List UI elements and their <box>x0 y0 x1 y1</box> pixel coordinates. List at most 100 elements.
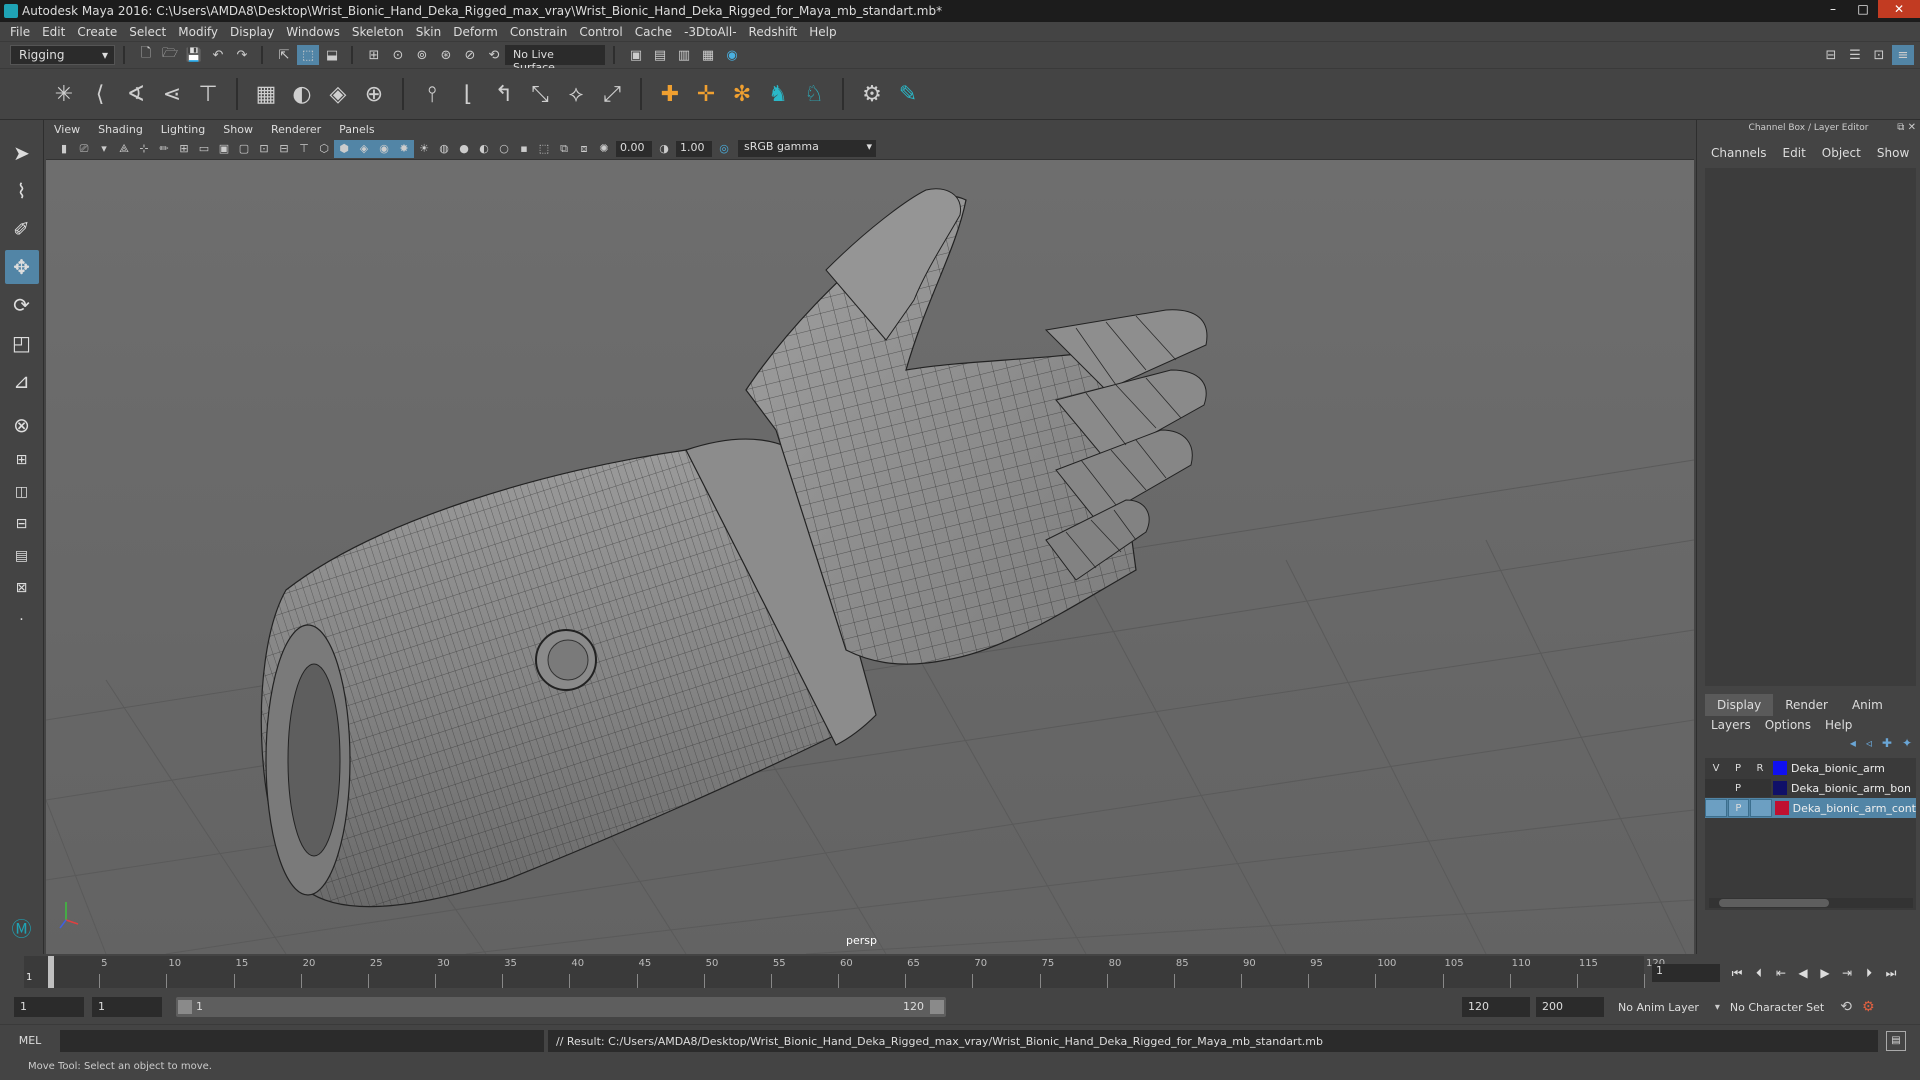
camera-attributes-icon[interactable]: ⎚ <box>74 140 94 158</box>
step-back-frame-icon[interactable]: ⏴ <box>1748 964 1770 982</box>
last-tool-icon[interactable]: ⊿ <box>5 364 39 398</box>
current-frame-field[interactable]: 1 <box>1652 964 1720 982</box>
menu-3dtoall[interactable]: -3DtoAll- <box>684 25 736 39</box>
ik-handle-icon[interactable]: ⟨ <box>82 76 118 112</box>
snap-curve-icon[interactable]: ⊙ <box>387 45 409 65</box>
copy-weights-icon[interactable]: ⟡ <box>558 76 594 112</box>
layer-visibility-toggle[interactable] <box>1705 799 1727 817</box>
layer-color-swatch[interactable] <box>1773 761 1787 775</box>
layout-two-view-icon[interactable]: ◫ <box>5 478 39 506</box>
scene-view[interactable] <box>46 160 1694 954</box>
field-chart-icon[interactable]: ⊡ <box>254 140 274 158</box>
menu-deform[interactable]: Deform <box>453 25 498 39</box>
snap-view-icon[interactable]: ⊛ <box>435 45 457 65</box>
time-slider-track[interactable]: 1 5 10 15 20 25 30 35 40 45 50 55 60 65 70 75 80 85 90 95 1… <box>24 956 1665 988</box>
select-camera-icon[interactable]: ▮ <box>54 140 74 158</box>
layer-list-scrollbar[interactable] <box>1709 898 1913 908</box>
isolate-select-icon[interactable]: ▪ <box>514 140 534 158</box>
play-backwards-icon[interactable]: ◀ <box>1792 964 1814 982</box>
select-object-icon[interactable]: ⬚ <box>297 45 319 65</box>
hik-control-icon[interactable]: ♘ <box>796 76 832 112</box>
menu-control[interactable]: Control <box>579 25 622 39</box>
xray-joints-icon[interactable]: ⧉ <box>554 140 574 158</box>
scale-tool-icon[interactable]: ◰ <box>5 326 39 360</box>
layer-visibility-toggle[interactable]: V <box>1705 759 1727 777</box>
playback-start-field[interactable]: 1 <box>92 997 162 1017</box>
layer-row[interactable]: V P R Deka_bionic_arm <box>1705 758 1916 778</box>
menu-modify[interactable]: Modify <box>178 25 218 39</box>
layer-color-swatch[interactable] <box>1774 801 1789 815</box>
2d-pan-zoom-icon[interactable]: ⊹ <box>134 140 154 158</box>
layout-graph-icon[interactable]: ▤ <box>5 542 39 570</box>
close-panel-icon[interactable]: ✕ <box>1908 122 1916 133</box>
auto-key-icon[interactable]: ⟲ <box>1840 999 1852 1015</box>
maximize-button[interactable]: □ <box>1848 0 1878 18</box>
channel-box-icon[interactable]: ≡ <box>1892 45 1914 65</box>
quick-rig-icon[interactable]: ⚙ <box>854 76 890 112</box>
hik-character-icon[interactable]: ♞ <box>760 76 796 112</box>
step-forward-key-icon[interactable]: ⇥ <box>1836 964 1858 982</box>
layer-name[interactable]: Deka_bionic_arm_bon <box>1791 782 1911 795</box>
move-layer-down-icon[interactable]: ◃ <box>1866 736 1872 750</box>
more-layouts-icon[interactable]: · <box>5 606 39 634</box>
render-view-icon[interactable]: ▣ <box>625 45 647 65</box>
anti-aliasing-icon[interactable]: ◐ <box>474 140 494 158</box>
menu-file[interactable]: File <box>10 25 30 39</box>
snap-point-icon[interactable]: ⊚ <box>411 45 433 65</box>
layer-playback-toggle[interactable]: P <box>1727 799 1750 817</box>
depth-of-field-icon[interactable]: ○ <box>494 140 514 158</box>
blend-shape-icon[interactable]: ⤢ <box>594 76 630 112</box>
playback-end-field[interactable]: 120 <box>1462 997 1530 1017</box>
new-layer-icon[interactable]: ✦ <box>1902 736 1912 750</box>
snap-surface-icon[interactable]: ⊘ <box>459 45 481 65</box>
layer-row[interactable]: P Deka_bionic_arm_bon <box>1705 778 1916 798</box>
step-forward-frame-icon[interactable]: ⏵ <box>1858 964 1880 982</box>
mirror-weights-icon[interactable]: ⤡ <box>522 76 558 112</box>
paint-select-tool-icon[interactable]: ✐ <box>5 212 39 246</box>
safe-action-icon[interactable]: ⊟ <box>274 140 294 158</box>
layer-menu-options[interactable]: Options <box>1765 718 1811 732</box>
range-end-handle[interactable] <box>930 1000 944 1014</box>
shadows-icon[interactable]: ☀ <box>414 140 434 158</box>
menu-redshift[interactable]: Redshift <box>749 25 798 39</box>
layer-row[interactable]: P Deka_bionic_arm_cont <box>1705 798 1916 818</box>
command-input[interactable] <box>60 1029 544 1052</box>
save-scene-icon[interactable]: 💾 <box>183 45 205 65</box>
bookmark-icon[interactable]: ▾ <box>94 140 114 158</box>
joint-tool-icon[interactable]: ✳ <box>46 76 82 112</box>
point-constraint-icon[interactable]: ✚ <box>652 76 688 112</box>
move-layer-up-icon[interactable]: ◂ <box>1850 736 1856 750</box>
attribute-editor-icon[interactable]: ☰ <box>1844 45 1866 65</box>
ik-spline-icon[interactable]: ∢ <box>118 76 154 112</box>
wireframe-icon[interactable]: ⬡ <box>314 140 334 158</box>
gamma-field[interactable]: 1.00 <box>676 140 712 157</box>
cb-menu-channels[interactable]: Channels <box>1711 146 1767 160</box>
preferences-icon[interactable]: ⚙ <box>1862 999 1875 1015</box>
layer-menu-layers[interactable]: Layers <box>1711 718 1751 732</box>
animation-end-field[interactable]: 200 <box>1536 997 1604 1017</box>
layer-color-swatch[interactable] <box>1773 781 1787 795</box>
show-manipulator-icon[interactable]: ⊗ <box>5 408 39 442</box>
tab-display[interactable]: Display <box>1705 694 1774 716</box>
sculpt-deformer-icon[interactable]: ⊕ <box>356 76 392 112</box>
cb-menu-show[interactable]: Show <box>1877 146 1909 160</box>
rotate-tool-icon[interactable]: ⟳ <box>5 288 39 322</box>
layer-playback-toggle[interactable]: P <box>1727 779 1749 797</box>
xray-icon[interactable]: ⬚ <box>534 140 554 158</box>
scrollbar-thumb[interactable] <box>1719 899 1829 907</box>
modeling-toolkit-icon[interactable]: ⊟ <box>1820 45 1842 65</box>
color-management-icon[interactable]: ◎ <box>714 140 734 158</box>
menu-skin[interactable]: Skin <box>416 25 442 39</box>
vp-menu-view[interactable]: View <box>54 123 80 136</box>
anim-layer-dropdown[interactable]: No Anim Layer <box>1618 1001 1699 1014</box>
menu-windows[interactable]: Windows <box>286 25 340 39</box>
vp-menu-panels[interactable]: Panels <box>339 123 374 136</box>
smooth-shade-icon[interactable]: ⬢ <box>334 139 354 158</box>
select-hierarchy-icon[interactable]: ⇱ <box>273 45 295 65</box>
minimize-button[interactable]: – <box>1818 0 1848 18</box>
select-component-icon[interactable]: ⬓ <box>321 45 343 65</box>
vp-menu-show[interactable]: Show <box>223 123 253 136</box>
paint-weights-icon[interactable]: ↰ <box>486 76 522 112</box>
use-all-lights-icon[interactable]: ✸ <box>394 139 414 158</box>
layer-playback-toggle[interactable]: P <box>1727 759 1749 777</box>
